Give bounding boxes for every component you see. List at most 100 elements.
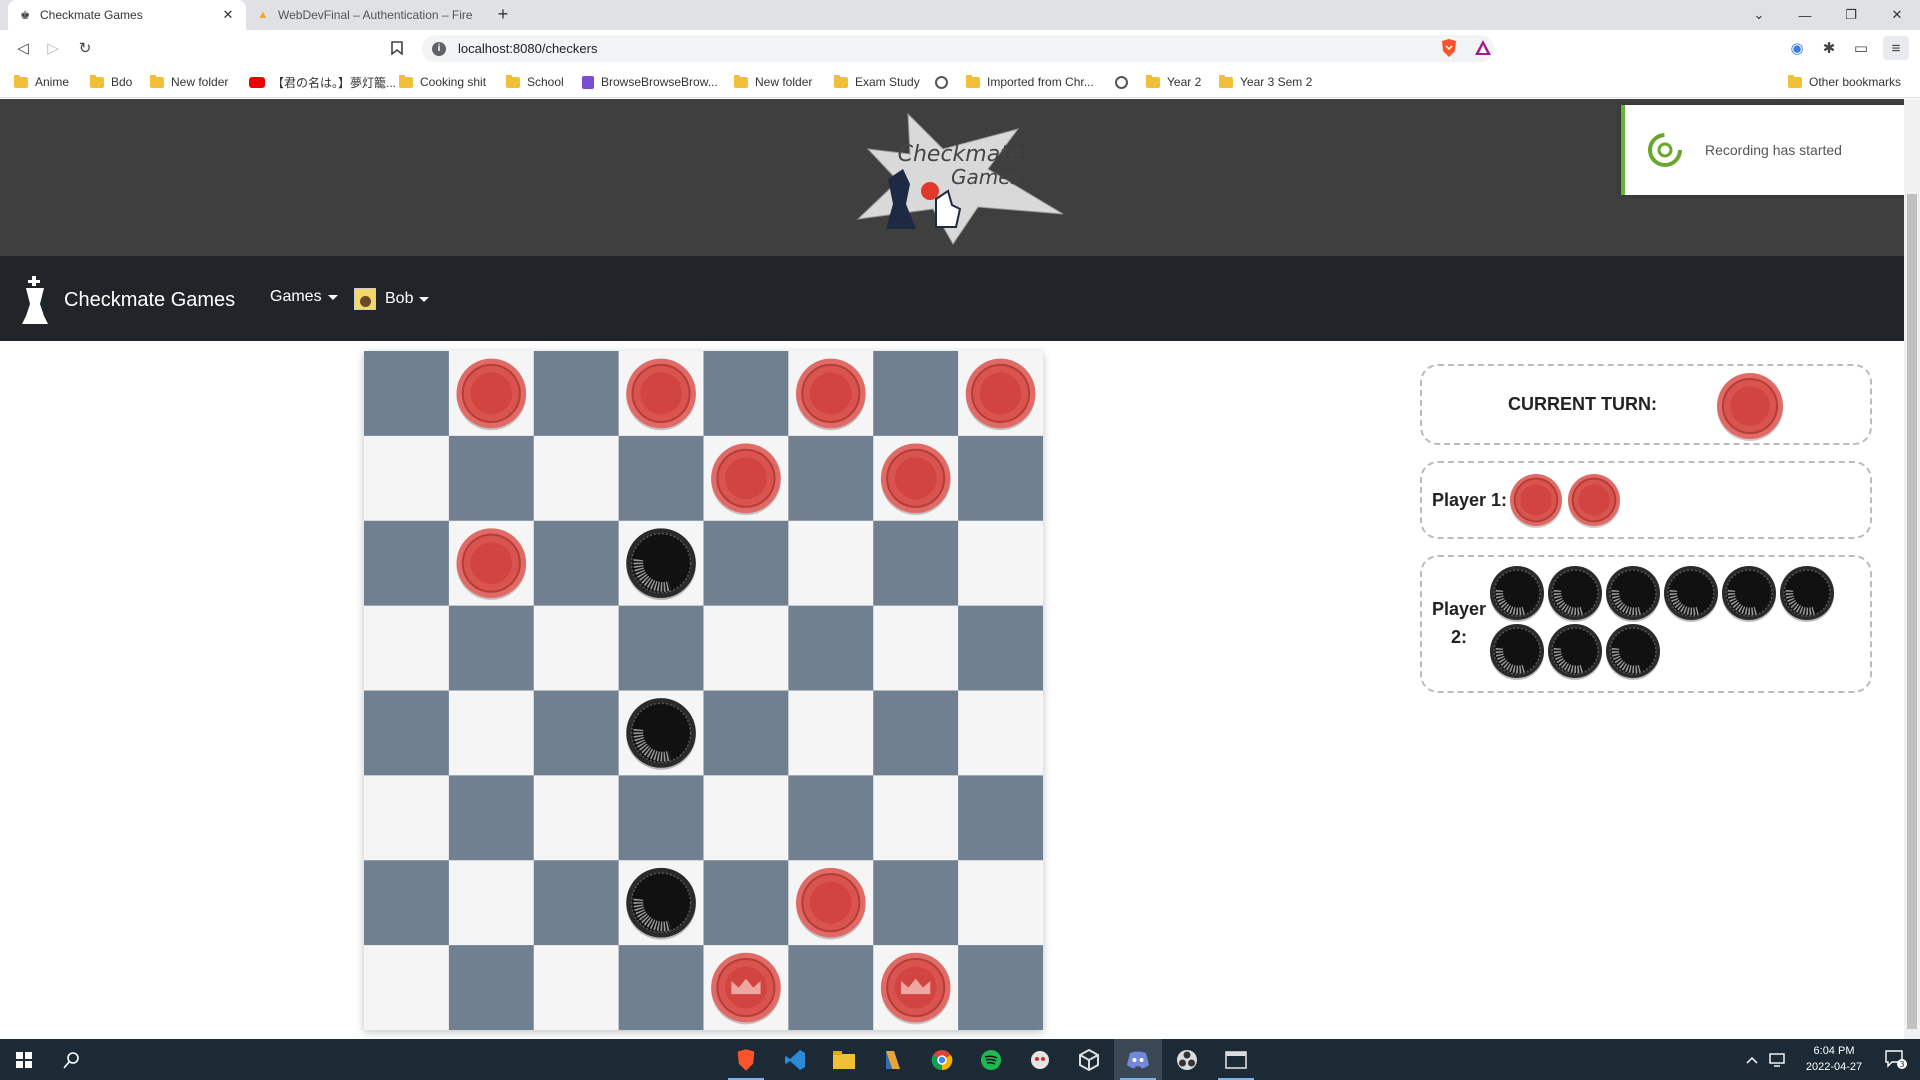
board-square-dark[interactable] (618, 775, 704, 861)
scrollbar-thumb[interactable] (1907, 194, 1917, 1029)
board-square-dark[interactable] (703, 690, 789, 776)
red-piece[interactable] (456, 358, 527, 431)
close-icon[interactable]: ✕ (220, 7, 236, 23)
board-square-dark[interactable] (958, 435, 1043, 522)
board-square-light[interactable] (364, 945, 450, 1030)
games-dropdown[interactable]: Games (270, 288, 338, 306)
bookmark-icon[interactable] (384, 36, 410, 60)
red-king-piece[interactable] (880, 952, 951, 1025)
bookmark-year-2[interactable]: Year 2 (1146, 73, 1201, 91)
board-square-dark[interactable] (533, 520, 620, 607)
board-square-dark[interactable] (788, 435, 874, 522)
app-icon[interactable] (869, 1039, 917, 1080)
board-square-light[interactable] (533, 775, 620, 861)
clock[interactable]: 6:04 PM 2022-04-27 (1794, 1043, 1874, 1075)
board-square-dark[interactable] (533, 351, 620, 437)
board-square-dark[interactable] (448, 605, 535, 691)
network-icon[interactable] (1764, 1039, 1790, 1080)
obs-icon[interactable] (1163, 1039, 1211, 1080)
other-bookmarks[interactable]: Other bookmarks (1788, 73, 1901, 91)
player-1-captured-piece[interactable] (1510, 474, 1562, 528)
red-piece[interactable] (456, 528, 527, 600)
game-app-icon[interactable] (1016, 1039, 1064, 1080)
red-piece[interactable] (965, 358, 1036, 431)
bookmark-school[interactable]: School (506, 73, 564, 91)
reload-icon[interactable]: ↻ (72, 36, 98, 60)
black-piece[interactable] (626, 528, 696, 600)
board-square-light[interactable] (788, 690, 874, 776)
player-2-captured-piece[interactable] (1490, 624, 1544, 680)
board-square-dark[interactable] (873, 860, 959, 946)
board-square-dark[interactable] (703, 351, 789, 437)
board-square-light[interactable] (448, 860, 535, 946)
new-tab-button[interactable]: + (492, 4, 514, 26)
board-square-dark[interactable] (958, 605, 1043, 691)
board-square-dark[interactable] (703, 520, 789, 607)
board-square-light[interactable] (364, 775, 450, 861)
brave-browser-icon[interactable] (722, 1039, 770, 1080)
scrollbar[interactable] (1904, 99, 1920, 1039)
board-square-dark[interactable] (448, 435, 535, 522)
chevron-up-icon[interactable] (1740, 1039, 1764, 1080)
black-piece[interactable] (626, 698, 696, 770)
tab-search-icon[interactable]: ⌄ (1736, 0, 1782, 30)
bookmark-globe[interactable] (1115, 73, 1135, 91)
extensions-icon[interactable]: ✱ (1816, 36, 1842, 60)
snipping-tool-icon[interactable] (1212, 1039, 1260, 1080)
action-center-icon[interactable]: 3 (1874, 1039, 1918, 1080)
bookmark-cooking[interactable]: Cooking shit (399, 73, 486, 91)
site-info-icon[interactable]: i (432, 41, 446, 56)
bookmark-anime[interactable]: Anime (14, 73, 69, 91)
red-piece[interactable] (711, 443, 781, 516)
player-2-captured-piece[interactable] (1548, 624, 1602, 680)
board-square-dark[interactable] (364, 690, 450, 776)
board-square-light[interactable] (533, 435, 620, 522)
close-window-button[interactable]: ✕ (1874, 0, 1920, 30)
player-2-captured-piece[interactable] (1780, 566, 1834, 622)
board-square-light[interactable] (873, 775, 959, 861)
board-square-dark[interactable] (448, 775, 535, 861)
discord-icon[interactable] (1114, 1039, 1162, 1080)
board-square-light[interactable] (703, 605, 789, 691)
restore-button[interactable]: ❐ (1828, 0, 1874, 30)
board-square-dark[interactable] (533, 690, 620, 776)
board-square-dark[interactable] (618, 435, 704, 522)
board-square-light[interactable] (958, 690, 1043, 776)
bookmark-youtube[interactable]: 【君の名は。】夢灯籠... (249, 73, 396, 91)
red-piece[interactable] (880, 443, 951, 516)
board-square-dark[interactable] (364, 860, 450, 946)
board-square-light[interactable] (788, 520, 874, 607)
board-square-dark[interactable] (873, 520, 959, 607)
bookmark-exam-study[interactable]: Exam Study (834, 73, 920, 91)
board-square-dark[interactable] (873, 351, 959, 437)
board-square-dark[interactable] (618, 945, 704, 1030)
red-piece[interactable] (796, 867, 866, 940)
tab-checkmate-games[interactable]: ♚ Checkmate Games ✕ (8, 0, 246, 30)
brave-rewards-icon[interactable] (1473, 38, 1493, 58)
address-bar[interactable]: i localhost:8080/checkers (422, 35, 1494, 62)
navbar-brand[interactable]: Checkmate Games (18, 274, 235, 326)
red-piece[interactable] (796, 358, 866, 431)
board-square-dark[interactable] (788, 605, 874, 691)
unity-icon[interactable] (1065, 1039, 1113, 1080)
board-square-dark[interactable] (958, 945, 1043, 1030)
bookmark-browse[interactable]: BrowseBrowseBrow... (582, 73, 718, 91)
board-square-dark[interactable] (448, 945, 535, 1030)
bookmark-imported[interactable]: Imported from Chr... (966, 73, 1094, 91)
speedreader-icon[interactable]: ◉ (1784, 36, 1810, 60)
board-square-light[interactable] (873, 605, 959, 691)
board-square-dark[interactable] (873, 690, 959, 776)
board-square-light[interactable] (703, 775, 789, 861)
player-2-captured-piece[interactable] (1722, 566, 1776, 622)
player-2-captured-piece[interactable] (1664, 566, 1718, 622)
tab-webdevfinal[interactable]: ▲ WebDevFinal – Authentication – Fireba (246, 0, 482, 30)
back-icon[interactable]: ◁ (10, 36, 36, 60)
search-icon[interactable] (48, 1039, 96, 1080)
board-square-dark[interactable] (364, 520, 450, 607)
chrome-icon[interactable] (918, 1039, 966, 1080)
bookmark-new-folder[interactable]: New folder (734, 73, 812, 91)
board-square-dark[interactable] (958, 775, 1043, 861)
board-square-dark[interactable] (788, 775, 874, 861)
player-2-captured-piece[interactable] (1606, 566, 1660, 622)
board-square-light[interactable] (364, 435, 450, 522)
